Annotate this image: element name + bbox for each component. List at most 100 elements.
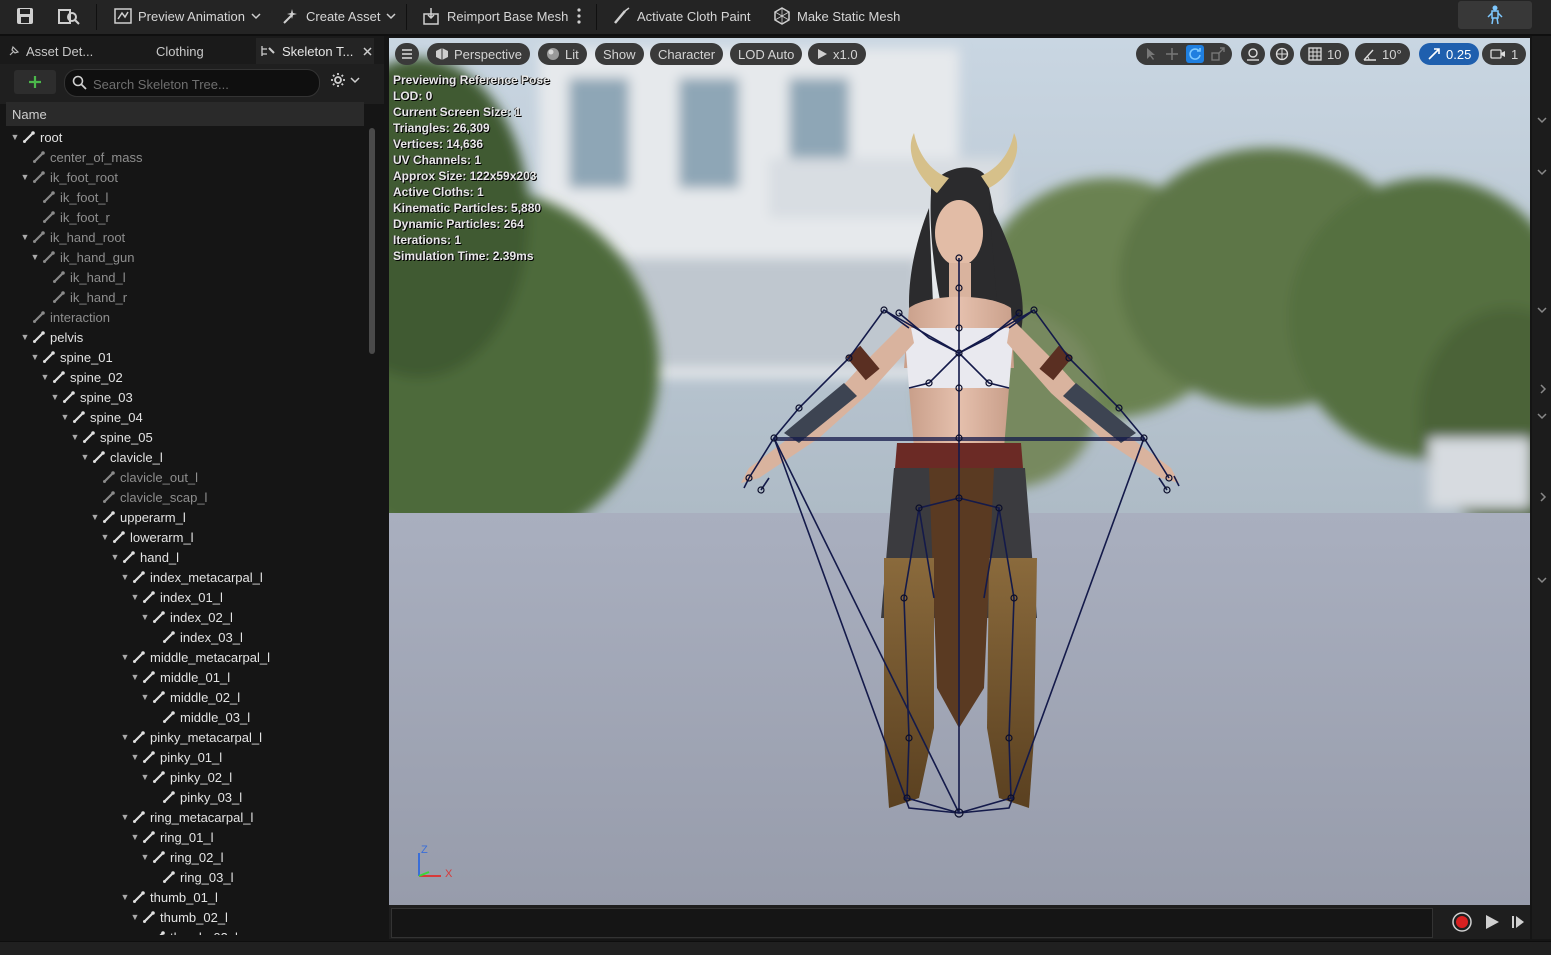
chevron-right-icon[interactable] xyxy=(1539,384,1547,394)
add-bone-button[interactable] xyxy=(14,70,56,94)
tree-row-pelvis[interactable]: ▼ pelvis xyxy=(6,327,364,347)
tree-row-upperarm-l[interactable]: ▼ upperarm_l xyxy=(6,507,364,527)
tree-row-ring-03-l[interactable]: ring_03_l xyxy=(6,867,364,887)
expand-arrow-icon[interactable]: ▼ xyxy=(140,692,150,702)
show-button[interactable]: Show xyxy=(595,43,644,65)
chevron-down-icon[interactable] xyxy=(1537,116,1547,124)
expand-arrow-icon[interactable]: ▼ xyxy=(130,672,140,682)
expand-arrow-icon[interactable]: ▼ xyxy=(140,612,150,622)
search-input[interactable] xyxy=(91,73,315,95)
expand-arrow-icon[interactable]: ▼ xyxy=(20,332,30,342)
expand-arrow-icon[interactable]: ▼ xyxy=(120,892,130,902)
tree-row-ik-foot-l[interactable]: ik_foot_l xyxy=(6,187,364,207)
create-asset-button[interactable]: Create Asset xyxy=(282,3,396,29)
chevron-down-icon[interactable] xyxy=(1537,576,1547,584)
expand-arrow-icon[interactable]: ▼ xyxy=(70,432,80,442)
more-options-icon[interactable] xyxy=(577,3,581,29)
skeleton-mode-button[interactable] xyxy=(1458,1,1532,29)
tree-row-pinky-metacarpal-l[interactable]: ▼ pinky_metacarpal_l xyxy=(6,727,364,747)
rotate-icon[interactable] xyxy=(1185,45,1204,63)
expand-arrow-icon[interactable]: ▼ xyxy=(40,372,50,382)
tree-row-ring-01-l[interactable]: ▼ ring_01_l xyxy=(6,827,364,847)
expand-arrow-icon[interactable]: ▼ xyxy=(20,232,30,242)
chevron-down-icon[interactable] xyxy=(1537,168,1547,176)
tab-clothing[interactable]: Clothing xyxy=(156,38,236,64)
tree-row-spine-05[interactable]: ▼ spine_05 xyxy=(6,427,364,447)
tree-row-ik-foot-root[interactable]: ▼ ik_foot_root xyxy=(6,167,364,187)
timeline-scrubber[interactable] xyxy=(391,908,1433,938)
tree-row-ik-hand-gun[interactable]: ▼ ik_hand_gun xyxy=(6,247,364,267)
expand-arrow-icon[interactable]: ▼ xyxy=(120,572,130,582)
select-arrow-icon[interactable] xyxy=(1144,47,1158,61)
expand-arrow-icon[interactable]: ▼ xyxy=(90,512,100,522)
expand-arrow-icon[interactable]: ▼ xyxy=(50,392,60,402)
scale-icon[interactable] xyxy=(1210,47,1225,61)
tree-row-middle-02-l[interactable]: ▼ middle_02_l xyxy=(6,687,364,707)
tree-row-pinky-03-l[interactable]: pinky_03_l xyxy=(6,787,364,807)
step-forward-icon[interactable] xyxy=(1511,915,1525,929)
expand-arrow-icon[interactable]: ▼ xyxy=(110,552,120,562)
tree-row-index-02-l[interactable]: ▼ index_02_l xyxy=(6,607,364,627)
expand-arrow-icon[interactable]: ▼ xyxy=(80,452,90,462)
expand-arrow-icon[interactable]: ▼ xyxy=(60,412,70,422)
expand-arrow-icon[interactable]: ▼ xyxy=(30,252,40,262)
tree-row-hand-l[interactable]: ▼ hand_l xyxy=(6,547,364,567)
preview-viewport[interactable]: Z X Perspective Lit Show Character LOD A… xyxy=(389,38,1530,905)
tab-asset-details[interactable]: Asset Det... xyxy=(8,38,120,64)
activate-cloth-paint-button[interactable]: Activate Cloth Paint xyxy=(613,3,750,29)
tree-row-thumb-02-l[interactable]: ▼ thumb_02_l xyxy=(6,907,364,927)
tree-row-ik-hand-l[interactable]: ik_hand_l xyxy=(6,267,364,287)
tree-row-ik-foot-r[interactable]: ik_foot_r xyxy=(6,207,364,227)
expand-arrow-icon[interactable]: ▼ xyxy=(140,772,150,782)
tree-row-ring-metacarpal-l[interactable]: ▼ ring_metacarpal_l xyxy=(6,807,364,827)
tree-row-pinky-01-l[interactable]: ▼ pinky_01_l xyxy=(6,747,364,767)
tree-row-ring-02-l[interactable]: ▼ ring_02_l xyxy=(6,847,364,867)
reimport-base-mesh-button[interactable]: Reimport Base Mesh xyxy=(423,3,568,29)
tree-row-index-metacarpal-l[interactable]: ▼ index_metacarpal_l xyxy=(6,567,364,587)
tree-row-root[interactable]: ▼ root xyxy=(6,127,364,147)
play-icon[interactable] xyxy=(1484,914,1500,930)
tree-row-clavicle-scap-l[interactable]: clavicle_scap_l xyxy=(6,487,364,507)
tree-row-index-01-l[interactable]: ▼ index_01_l xyxy=(6,587,364,607)
grid-snap-button[interactable]: 10 xyxy=(1300,43,1350,65)
tree-row-thumb-01-l[interactable]: ▼ thumb_01_l xyxy=(6,887,364,907)
character-button[interactable]: Character xyxy=(650,43,724,65)
tree-row-spine-02[interactable]: ▼ spine_02 xyxy=(6,367,364,387)
expand-arrow-icon[interactable]: ▼ xyxy=(10,132,20,142)
angle-snap-button[interactable]: 10° xyxy=(1355,43,1410,65)
lit-mode-button[interactable]: Lit xyxy=(538,43,587,65)
expand-arrow-icon[interactable]: ▼ xyxy=(130,832,140,842)
tree-scrollbar[interactable] xyxy=(369,128,375,354)
viewport-menu-button[interactable] xyxy=(395,43,419,65)
expand-arrow-icon[interactable]: ▼ xyxy=(100,532,110,542)
scale-snap-button[interactable]: 0.25 xyxy=(1419,43,1480,65)
tree-row-ik-hand-r[interactable]: ik_hand_r xyxy=(6,287,364,307)
local-world-button[interactable] xyxy=(1270,43,1294,65)
tree-row-middle-01-l[interactable]: ▼ middle_01_l xyxy=(6,667,364,687)
record-icon[interactable] xyxy=(1452,912,1472,932)
search-field[interactable] xyxy=(64,69,320,97)
preview-animation-button[interactable]: Preview Animation xyxy=(114,3,261,29)
chevron-right-icon[interactable] xyxy=(1539,492,1547,502)
tree-row-center-of-mass[interactable]: center_of_mass xyxy=(6,147,364,167)
tree-row-thumb-03-l[interactable]: thumb_03_l xyxy=(6,927,364,935)
tree-row-spine-04[interactable]: ▼ spine_04 xyxy=(6,407,364,427)
tree-column-header[interactable]: Name xyxy=(6,102,364,126)
expand-arrow-icon[interactable]: ▼ xyxy=(130,592,140,602)
tree-row-middle-metacarpal-l[interactable]: ▼ middle_metacarpal_l xyxy=(6,647,364,667)
lod-button[interactable]: LOD Auto xyxy=(730,43,803,65)
tree-row-interaction[interactable]: interaction xyxy=(6,307,364,327)
camera-speed-button[interactable]: 1 xyxy=(1482,43,1527,65)
play-rate-button[interactable]: x1.0 xyxy=(808,43,866,65)
expand-arrow-icon[interactable]: ▼ xyxy=(130,752,140,762)
tree-settings-button[interactable] xyxy=(330,72,360,88)
tree-row-clavicle-out-l[interactable]: clavicle_out_l xyxy=(6,467,364,487)
save-icon[interactable] xyxy=(16,3,34,29)
tree-row-spine-03[interactable]: ▼ spine_03 xyxy=(6,387,364,407)
close-icon[interactable] xyxy=(363,46,372,56)
expand-arrow-icon[interactable]: ▼ xyxy=(120,652,130,662)
move-icon[interactable] xyxy=(1165,47,1179,61)
tree-row-spine-01[interactable]: ▼ spine_01 xyxy=(6,347,364,367)
chevron-down-icon[interactable] xyxy=(1537,412,1547,420)
tree-row-clavicle-l[interactable]: ▼ clavicle_l xyxy=(6,447,364,467)
